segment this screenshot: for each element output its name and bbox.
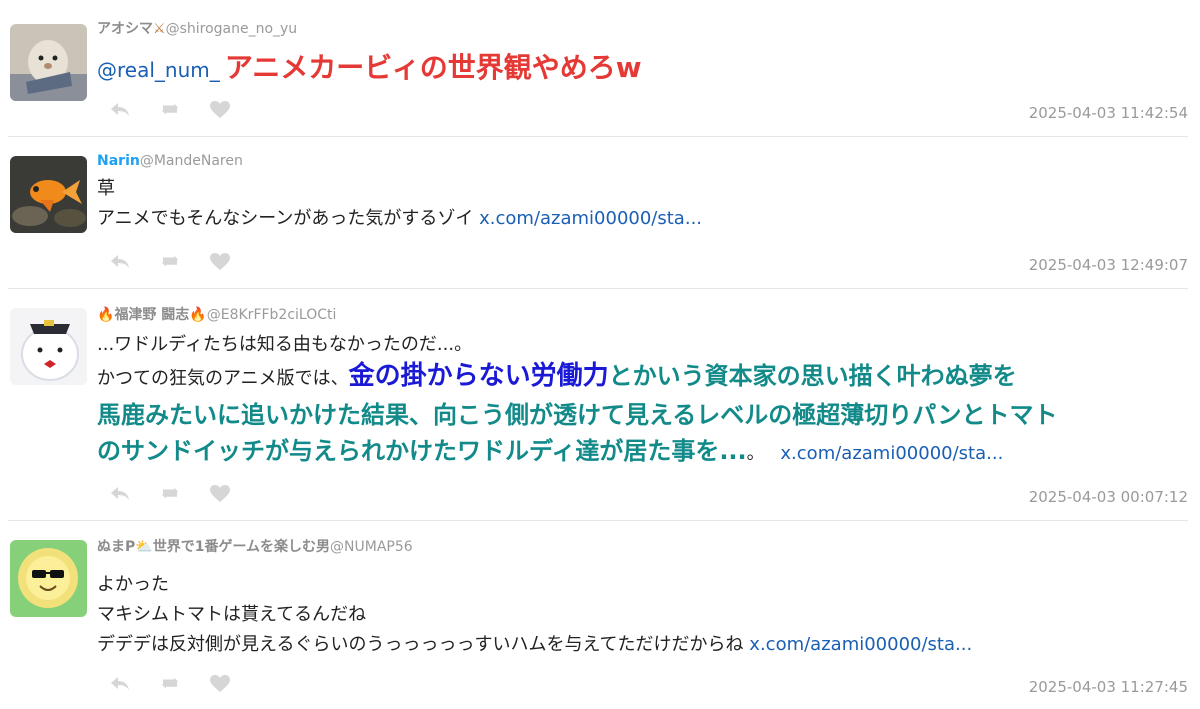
avatar[interactable] <box>10 540 87 617</box>
avatar[interactable] <box>10 308 87 385</box>
tweet-text-highlight: のサンドイッチが与えられかけたワドルディ達が居た事を... <box>97 437 747 465</box>
tweet-text: 草 アニメでもそんなシーンがあった気がするゾイ x.com/azami00000… <box>97 174 1188 234</box>
tweet-text: よかった マキシムトマトは貰えてるんだね デデデは反対側が見えるぐらいのうっっっ… <box>97 570 1188 660</box>
user-handle[interactable]: @MandeNaren <box>140 153 243 169</box>
heart-icon[interactable] <box>207 672 233 696</box>
tweet-link[interactable]: x.com/azami00000/sta... <box>479 208 702 229</box>
reply-icon[interactable] <box>107 250 133 274</box>
tweet-text-highlight: とかいう資本家の思い描く叶わぬ夢を <box>608 362 1017 390</box>
retweet-icon[interactable] <box>157 672 183 696</box>
tweet-text: ...ワドルディたちは知る由もなかったのだ...。 かつての狂気のアニメ版では、… <box>97 332 1188 472</box>
avatar-image <box>10 156 87 233</box>
mention-link[interactable]: @real_num_ <box>97 58 220 82</box>
tweet-line-text: アニメでもそんなシーンがあった気がするゾイ <box>97 208 474 229</box>
timestamp[interactable]: 2025-04-03 11:42:54 <box>1029 104 1188 122</box>
reply-icon[interactable] <box>107 98 133 122</box>
divider <box>8 288 1188 289</box>
fire-icon: 🔥 <box>97 307 115 323</box>
sun-behind-cloud-icon: ⛅ <box>135 539 153 555</box>
heart-icon[interactable] <box>207 250 233 274</box>
tweet-header: ぬまP⛅世界で1番ゲームを楽しむ男@NUMAP56 <box>97 538 1188 556</box>
tweet-line: マキシムトマトは貰えてるんだね <box>97 604 367 625</box>
tweet-line-text: かつての狂気のアニメ版では、 <box>97 368 349 389</box>
user-handle[interactable]: @NUMAP56 <box>330 539 413 555</box>
retweet-icon[interactable] <box>157 98 183 122</box>
heart-icon[interactable] <box>207 98 233 122</box>
tweet-line: のサンドイッチが与えられかけたワドルディ達が居た事を...。 x.com/aza… <box>97 433 1188 472</box>
tweet-text-highlight: 金の掛からない労働力 <box>348 361 609 391</box>
heart-icon[interactable] <box>207 482 233 506</box>
tweet-header: 🔥福津野 闘志🔥@E8KrFFb2ciLOCti <box>97 306 1188 324</box>
display-name-part: 世界で1番ゲームを楽しむ男 <box>152 539 331 555</box>
tweet-line: アニメでもそんなシーンがあった気がするゾイ x.com/azami00000/s… <box>97 204 1188 234</box>
tweet-header: Narin@MandeNaren <box>97 152 1188 170</box>
divider <box>8 136 1188 137</box>
tweet-link[interactable]: x.com/azami00000/sta... <box>749 634 972 655</box>
timestamp[interactable]: 2025-04-03 00:07:12 <box>1029 488 1188 506</box>
retweet-icon[interactable] <box>157 250 183 274</box>
avatar[interactable] <box>10 156 87 233</box>
tweet-line: 馬鹿みたいに追いかけた結果、向こう側が透けて見えるレベルの極超薄切りパンとトマト <box>97 401 1058 429</box>
tweet-actions <box>107 482 233 506</box>
tweet-link[interactable]: x.com/azami00000/sta... <box>780 443 1003 464</box>
tweet-line: よかった <box>97 574 169 595</box>
tweet-line: デデデは反対側が見えるぐらいのうっっっっっすいハムを与えてただけだからね x.c… <box>97 630 1188 660</box>
display-name-part: ぬまP <box>97 539 136 555</box>
display-name[interactable]: Narin <box>97 153 140 169</box>
tweet-header: アオシマ⚔@shirogane_no_yu <box>97 20 1188 38</box>
divider <box>8 520 1188 521</box>
tweet-line-text: デデデは反対側が見えるぐらいのうっっっっっすいハムを与えてただけだからね <box>97 634 744 655</box>
tweet-actions <box>107 250 233 274</box>
avatar-image <box>10 540 87 617</box>
retweet-icon[interactable] <box>157 482 183 506</box>
display-name[interactable]: ぬまP⛅世界で1番ゲームを楽しむ男 <box>97 539 330 555</box>
tweet-line: ...ワドルディたちは知る由もなかったのだ...。 <box>97 334 473 355</box>
timestamp[interactable]: 2025-04-03 11:27:45 <box>1029 678 1188 696</box>
tweet-text: @real_num_ アニメカービィの世界観やめろw <box>97 48 1188 92</box>
tweet-line-text: 。 <box>746 443 765 464</box>
avatar[interactable] <box>10 24 87 101</box>
fire-icon: 🔥 <box>189 307 207 323</box>
tweet-line: 草 <box>97 178 115 199</box>
tweet-text-highlight: アニメカービィの世界観やめろw <box>224 51 642 84</box>
user-handle[interactable]: @shirogane_no_yu <box>166 21 298 37</box>
reply-icon[interactable] <box>107 482 133 506</box>
tweet-line: かつての狂気のアニメ版では、金の掛からない労働力とかいう資本家の思い描く叶わぬ夢… <box>97 358 1188 397</box>
tweet-actions <box>107 98 233 122</box>
timeline: アオシマ⚔@shirogane_no_yu @real_num_ アニメカービィ… <box>0 0 1200 709</box>
timestamp[interactable]: 2025-04-03 12:49:07 <box>1029 256 1188 274</box>
user-handle[interactable]: @E8KrFFb2ciLOCti <box>207 307 337 323</box>
tweet-actions <box>107 672 233 696</box>
avatar-image <box>10 308 87 385</box>
avatar-image <box>10 24 87 101</box>
display-name[interactable]: 福津野 闘志 <box>114 307 189 323</box>
reply-icon[interactable] <box>107 672 133 696</box>
display-name[interactable]: アオシマ <box>97 21 153 37</box>
crossed-swords-icon: ⚔ <box>153 21 166 37</box>
